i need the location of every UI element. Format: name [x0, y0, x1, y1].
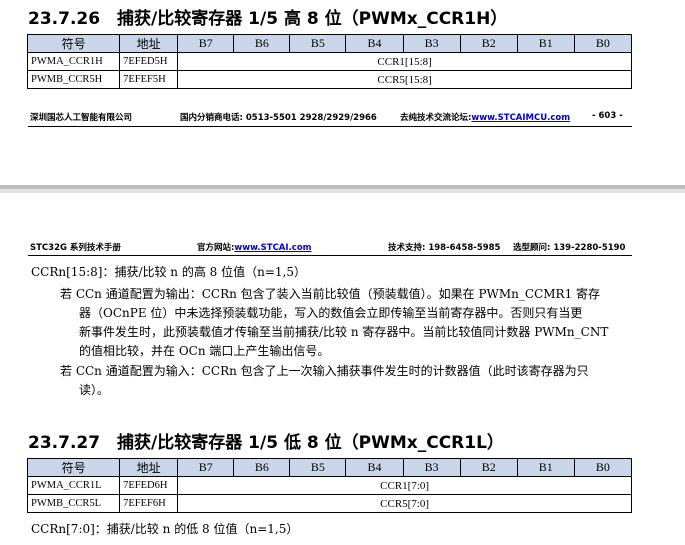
table-row: PWMA_CCR1H 7EFED5H CCR1[15:8]: [26, 52, 632, 71]
register-field: CCR5[15:8]: [177, 70, 632, 89]
register-address: 7EFED6H: [119, 476, 179, 495]
page-separator: [0, 185, 685, 213]
col-b0: B0: [573, 458, 633, 477]
col-b2: B2: [459, 458, 518, 477]
register-name: PWMB_CCR5L: [26, 494, 121, 513]
col-b5: B5: [289, 34, 347, 53]
col-b6: B6: [233, 34, 291, 53]
page-number: - 603 -: [592, 111, 623, 121]
register-name: PWMA_CCR1L: [26, 476, 121, 495]
site-link[interactable]: www.STCAI.com: [234, 243, 311, 253]
footer-forum: 去纯技术交流论坛:www.STCAIMCU.com: [400, 111, 570, 123]
para1-line4: 的值相比较，并在 OCn 端口上产生输出信号。: [79, 344, 330, 358]
register-table-ccr1h: 符号 地址 B7 B6 B5 B4 B3 B2 B1 B0 PWMA_CCR1H…: [26, 34, 633, 89]
field-note-low: CCRn[7:0]：捕获/比较 n 的低 8 位值（n=1,5）: [31, 522, 299, 536]
col-b4: B4: [345, 34, 404, 53]
header-site-label: 官方网站:: [197, 243, 235, 253]
register-table-ccr1l: 符号 地址 B7 B6 B5 B4 B3 B2 B1 B0 PWMA_CCR1L…: [26, 458, 633, 513]
col-address: 地址: [119, 458, 179, 477]
col-b7: B7: [177, 34, 235, 53]
table-header-row: 符号 地址 B7 B6 B5 B4 B3 B2 B1 B0: [26, 34, 633, 53]
col-b1: B1: [516, 458, 575, 477]
table-header-row: 符号 地址 B7 B6 B5 B4 B3 B2 B1 B0: [26, 458, 633, 477]
register-name: PWMA_CCR1H: [26, 52, 121, 71]
register-name: PWMB_CCR5H: [26, 70, 121, 89]
col-b0: B0: [573, 34, 633, 53]
col-b6: B6: [233, 458, 291, 477]
section-title-ccr1l: 23.7.27 捕获/比较寄存器 1/5 低 8 位（PWMx_CCR1L）: [28, 433, 504, 453]
footer-company: 深圳国芯人工智能有限公司: [30, 113, 133, 123]
header-support: 技术支持: 198-6458-5985: [388, 243, 501, 253]
header-site: 官方网站:www.STCAI.com: [197, 241, 312, 253]
col-b7: B7: [177, 458, 235, 477]
para1-line3: 新事件发生时，此预装载值才传输至当前捕获/比较 n 寄存器中。当前比较值同计数器…: [79, 325, 609, 339]
register-address: 7EFEF5H: [119, 70, 179, 89]
header-manual: STC32G 系列技术手册: [30, 243, 121, 253]
col-b3: B3: [402, 34, 461, 53]
field-heading: CCRn[15:8]：捕获/比较 n 的高 8 位值（n=1,5）: [31, 265, 306, 279]
para2-line1: 若 CCn 通道配置为输入：CCRn 包含了上一次输入捕获事件发生时的计数器值（…: [60, 364, 589, 378]
forum-link[interactable]: www.STCAIMCU.com: [471, 113, 570, 123]
col-b4: B4: [345, 458, 404, 477]
para1-line2: 器（OCnPE 位）中未选择预装载功能，写入的数值会立即传输至当前寄存器中。否则…: [79, 306, 583, 320]
register-field: CCR5[7:0]: [177, 494, 632, 513]
header-consult: 选型顾问: 139-2280-5190: [513, 243, 626, 253]
col-b2: B2: [459, 34, 518, 53]
register-address: 7EFEF6H: [119, 494, 179, 513]
footer-rule: [28, 126, 632, 127]
col-symbol: 符号: [26, 458, 121, 477]
col-symbol: 符号: [26, 34, 121, 53]
table-row: PWMA_CCR1L 7EFED6H CCR1[7:0]: [26, 476, 632, 495]
footer-forum-label: 去纯技术交流论坛:: [400, 113, 472, 123]
register-field: CCR1[7:0]: [177, 476, 632, 495]
col-address: 地址: [119, 34, 179, 53]
col-b3: B3: [402, 458, 461, 477]
footer-phone: 国内分销商电话: 0513-5501 2928/2929/2966: [180, 113, 377, 123]
table-row: PWMB_CCR5H 7EFEF5H CCR5[15:8]: [26, 70, 632, 89]
para1-line1: 若 CCn 通道配置为输出：CCRn 包含了装入当前比较值（预装载值）。如果在 …: [60, 287, 601, 301]
col-b1: B1: [516, 34, 575, 53]
register-field: CCR1[15:8]: [177, 52, 632, 71]
register-address: 7EFED5H: [119, 52, 179, 71]
section-title-ccr1h: 23.7.26 捕获/比较寄存器 1/5 高 8 位（PWMx_CCR1H）: [28, 9, 508, 29]
table-row: PWMB_CCR5L 7EFEF6H CCR5[7:0]: [26, 494, 632, 513]
col-b5: B5: [289, 458, 347, 477]
header-rule: [28, 255, 632, 256]
para2-line2: 读）。: [79, 383, 110, 397]
